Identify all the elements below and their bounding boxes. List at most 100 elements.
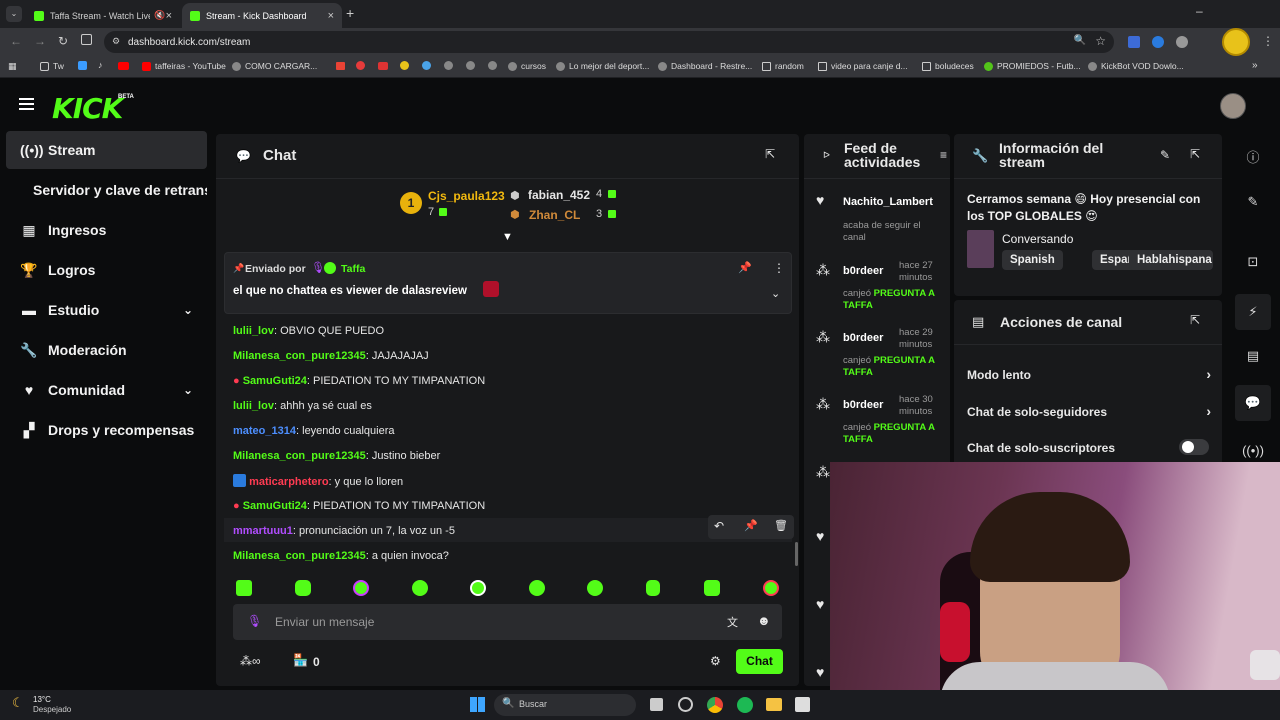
hamburger-menu-icon[interactable]: [19, 98, 34, 110]
bookmark-icon[interactable]: [336, 62, 345, 70]
collapse-icon[interactable]: ᐅ: [823, 150, 830, 161]
close-tab-icon[interactable]: ×: [166, 10, 172, 22]
document-icon[interactable]: ▤: [1235, 338, 1271, 374]
chat-username[interactable]: SamuGuti24: [243, 375, 307, 387]
popout-icon[interactable]: ⇱: [765, 147, 775, 161]
file-explorer-icon[interactable]: [766, 698, 782, 711]
extension-icon[interactable]: [1152, 36, 1164, 48]
popout-icon[interactable]: ⇱: [1190, 313, 1200, 327]
kick-logo[interactable]: KICK: [52, 92, 123, 125]
extension-icon[interactable]: [1128, 36, 1140, 48]
chat-username[interactable]: lulii_lov: [233, 325, 274, 337]
minimize-button[interactable]: –: [1196, 4, 1203, 18]
bookmark-item[interactable]: Tw: [40, 61, 64, 71]
more-bookmarks-icon[interactable]: »: [1252, 60, 1258, 71]
bookmark-item[interactable]: video para canje d...: [818, 61, 908, 71]
taskbar-search[interactable]: 🔍 Buscar: [494, 694, 636, 716]
chat-icon[interactable]: 💬: [1235, 385, 1271, 421]
feed-username[interactable]: Nachito_Lambert: [843, 196, 933, 208]
edit-icon[interactable]: ✎: [1160, 148, 1170, 162]
tab-menu-icon[interactable]: ⌄: [6, 6, 22, 22]
chat-username[interactable]: lulii_lov: [233, 400, 274, 412]
site-info-icon[interactable]: ⚙: [112, 36, 120, 47]
bookmark-icon[interactable]: [422, 61, 431, 70]
bookmark-star-icon[interactable]: ☆: [1095, 34, 1106, 48]
chat-username[interactable]: Milanesa_con_pure12345: [233, 350, 366, 362]
back-icon[interactable]: ←: [10, 34, 22, 48]
store-icon[interactable]: [795, 697, 810, 712]
spotify-icon[interactable]: [737, 697, 753, 713]
bookmark-icon[interactable]: [378, 62, 388, 70]
emote-icon[interactable]: [470, 580, 486, 596]
leaderboard-second-name[interactable]: fabian_452: [528, 188, 590, 202]
new-tab-button[interactable]: +: [346, 5, 354, 21]
browser-tab-dashboard[interactable]: Stream - Kick Dashboard ×: [182, 3, 342, 28]
profile-avatar-icon[interactable]: [1222, 28, 1250, 56]
chat-username[interactable]: mateo_1314: [233, 425, 296, 437]
emote-icon[interactable]: [763, 580, 779, 596]
info-icon[interactable]: ⓘ: [1235, 138, 1271, 174]
action-followers-only[interactable]: Chat de solo-seguidores ›: [967, 403, 1211, 419]
close-tab-icon[interactable]: ×: [328, 10, 334, 22]
weather-icon[interactable]: ☾: [12, 695, 24, 711]
forward-icon[interactable]: →: [34, 34, 46, 48]
browser-tab-taffa[interactable]: Taffa Stream - Watch Live o 🔇 ×: [26, 3, 180, 28]
more-options-icon[interactable]: ⋮: [773, 261, 785, 275]
app-icon[interactable]: [678, 697, 693, 712]
camera-icon[interactable]: ⊡: [1235, 244, 1271, 280]
expand-chevron-icon[interactable]: ⌄: [771, 287, 780, 300]
youtube-icon[interactable]: [118, 62, 129, 70]
emote-icon[interactable]: [529, 580, 545, 596]
apps-icon[interactable]: ▦: [8, 61, 17, 72]
bookmark-icon[interactable]: [78, 61, 87, 70]
unpin-icon[interactable]: 📌: [738, 261, 752, 274]
bookmark-item[interactable]: Lo mejor del deport...: [556, 61, 649, 71]
feed-username[interactable]: b0rdeer: [843, 399, 883, 411]
feed-username[interactable]: b0rdeer: [843, 265, 883, 277]
translate-icon[interactable]: 文: [727, 614, 738, 630]
bookmark-item[interactable]: boludeces: [922, 61, 974, 71]
emote-icon[interactable]: [704, 580, 720, 596]
windows-start-icon[interactable]: [470, 697, 485, 712]
chat-username[interactable]: mmartuuu1: [233, 525, 293, 537]
leaderboard-third-name[interactable]: Zhan_CL: [529, 208, 580, 222]
chat-username[interactable]: SamuGuti24: [243, 500, 307, 512]
bookmark-item[interactable]: random: [762, 61, 804, 71]
extension-icon[interactable]: [1176, 36, 1188, 48]
emote-icon[interactable]: [353, 580, 369, 596]
pin-message-icon[interactable]: 📌: [744, 519, 758, 532]
sidebar-item-moderacion[interactable]: 🔧 Moderación: [6, 331, 207, 369]
task-view-icon[interactable]: [650, 698, 663, 711]
sidebar-item-comunidad[interactable]: ♥ Comunidad ⌄: [6, 371, 207, 409]
chat-scrollbar[interactable]: [795, 542, 798, 566]
lightning-icon[interactable]: ⚡: [1235, 294, 1271, 330]
bookmark-item[interactable]: Dashboard - Restre...: [658, 61, 752, 71]
menu-kebab-icon[interactable]: ⋮: [1262, 34, 1274, 48]
chat-username[interactable]: Milanesa_con_pure12345: [233, 550, 366, 562]
category-name[interactable]: Conversando: [1002, 232, 1073, 246]
emote-icon[interactable]: [412, 580, 428, 596]
filter-icon[interactable]: ▼: [502, 231, 513, 243]
zoom-icon[interactable]: 🔍: [1074, 35, 1086, 46]
emoji-picker-icon[interactable]: ☻: [757, 613, 771, 628]
category-thumbnail[interactable]: [967, 230, 994, 268]
bookmark-icon[interactable]: [356, 61, 365, 70]
bookmark-item[interactable]: KickBot VOD Dowlo...: [1088, 61, 1184, 71]
mute-icon[interactable]: 🔇: [154, 10, 165, 21]
action-slow-mode[interactable]: Modo lento ›: [967, 366, 1211, 382]
delete-icon[interactable]: 🗑: [774, 519, 788, 532]
bookmark-item[interactable]: COMO CARGAR...: [232, 61, 317, 71]
address-bar[interactable]: ⚙ dashboard.kick.com/stream 🔍 ☆: [104, 31, 1114, 53]
bookmark-item[interactable]: PROMIEDOS - Futb...: [984, 61, 1081, 71]
bookmark-item[interactable]: cursos: [508, 61, 546, 71]
user-avatar[interactable]: [1220, 93, 1246, 119]
sidebar-item-drops[interactable]: ▞ Drops y recompensas: [6, 411, 207, 449]
emote-icon[interactable]: [295, 580, 311, 596]
bookmark-item[interactable]: taffeiras - YouTube: [142, 61, 226, 71]
send-chat-button[interactable]: Chat: [736, 649, 783, 674]
reload-icon[interactable]: ↻: [58, 34, 68, 48]
split-view-icon[interactable]: [81, 34, 92, 45]
bookmark-icon[interactable]: [444, 61, 453, 70]
pinned-author[interactable]: Taffa: [341, 263, 365, 275]
chat-settings-icon[interactable]: ⚙: [710, 654, 721, 668]
